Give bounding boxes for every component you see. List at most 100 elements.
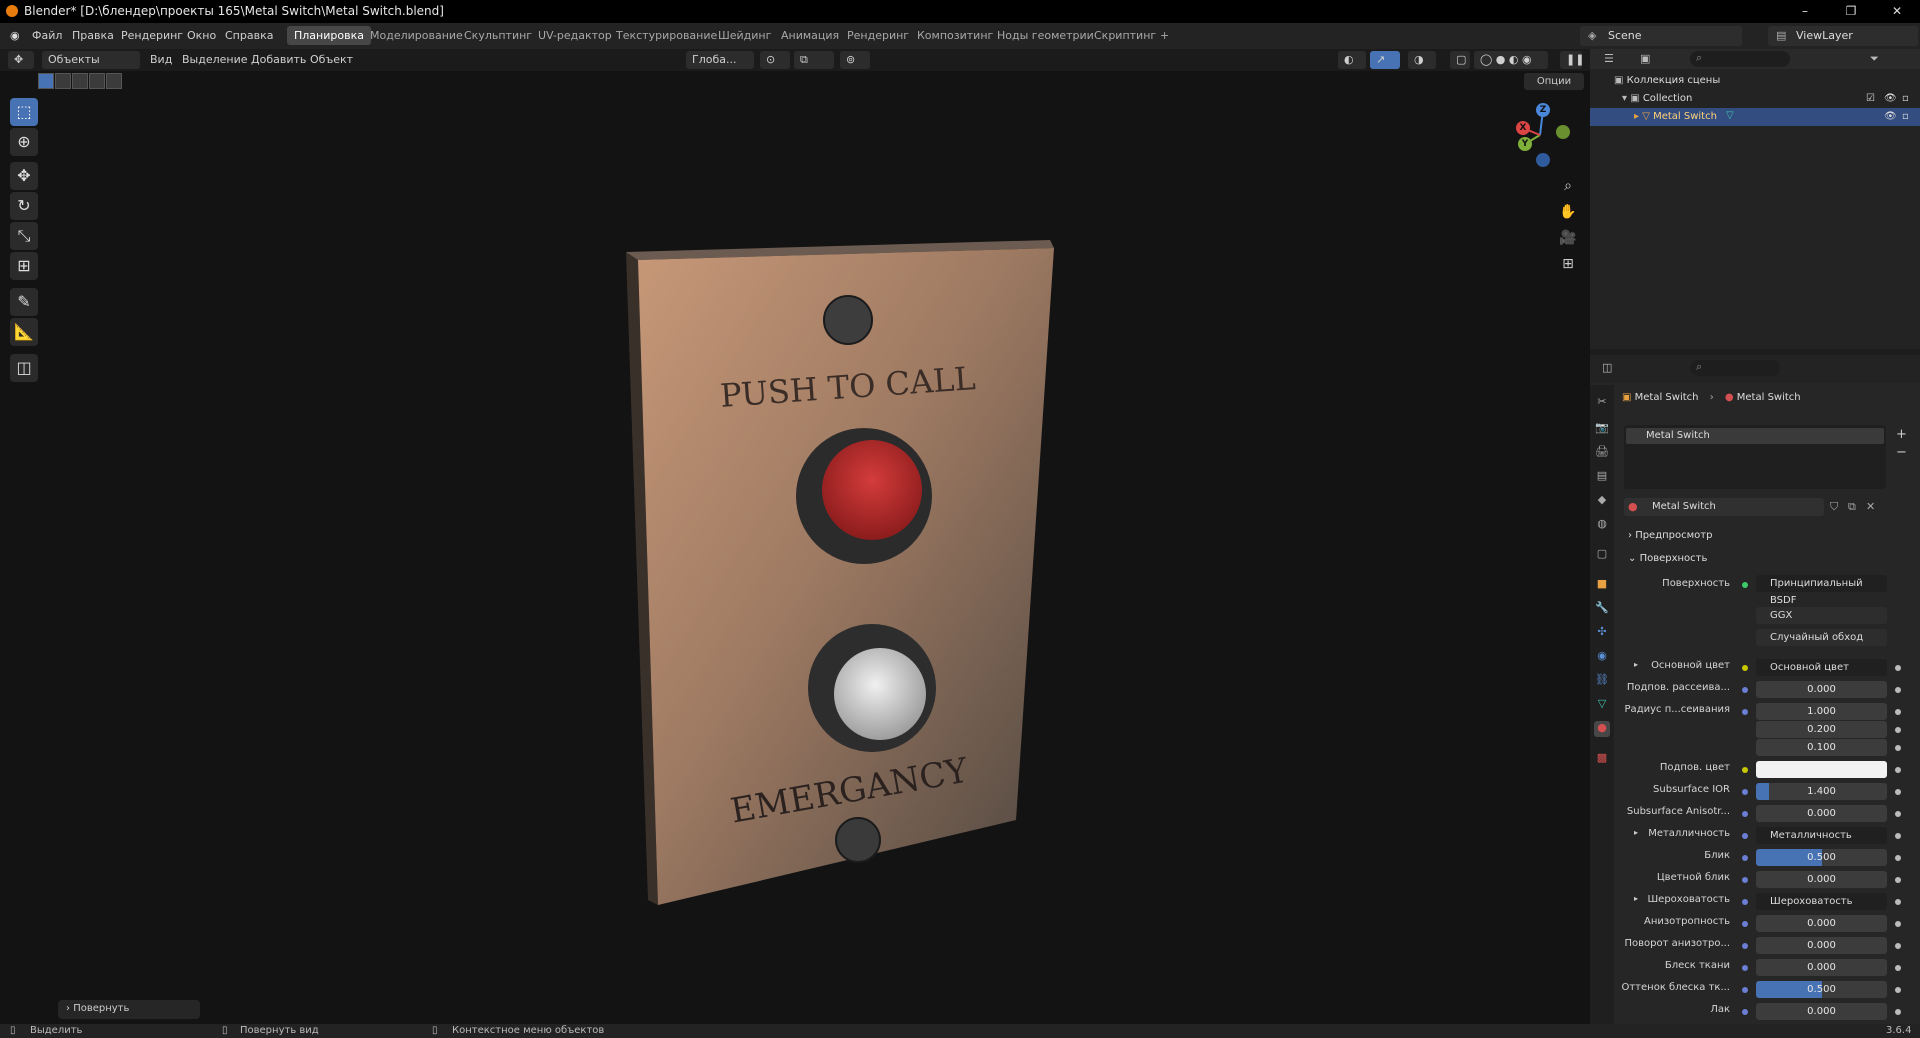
linked-input-field[interactable]: Основной цвет [1756, 659, 1887, 676]
outliner-row-metal-switch[interactable]: ▸ ▽ Metal Switch ▽ 👁 ▫ [1590, 108, 1920, 126]
tab-modeling[interactable]: Моделирование [370, 29, 463, 42]
numeric-slider-field[interactable]: 0.100 [1756, 739, 1887, 756]
material-datablock[interactable]: Metal Switch [1624, 498, 1824, 516]
last-operator-panel[interactable]: › Повернуть [58, 1000, 200, 1019]
outliner-editor-icon[interactable]: ☰ [1604, 52, 1614, 65]
subsurface-method-dropdown[interactable]: Случайный обход [1756, 629, 1887, 646]
transform-orientation[interactable]: Глоба... [686, 51, 754, 69]
gizmo-neg-z-icon[interactable] [1536, 153, 1550, 167]
unlink-material-icon[interactable]: ✕ [1866, 500, 1875, 513]
material-slot-item[interactable]: Metal Switch [1626, 428, 1884, 444]
proportional-icon[interactable]: ⊚ [840, 51, 870, 69]
exclude-checkbox-icon[interactable]: ☑ [1866, 93, 1875, 104]
cursor-tool-icon[interactable]: ⊕ [10, 128, 38, 156]
numeric-slider-field[interactable]: 0.000 [1756, 937, 1887, 954]
navigation-gizmo[interactable]: Z Y X [1505, 100, 1575, 170]
numeric-slider-field[interactable]: 0.500 [1756, 981, 1887, 998]
select-intersect-icon[interactable] [106, 73, 122, 89]
material-tab-icon[interactable]: ● [1594, 721, 1610, 737]
transform-tool-icon[interactable]: ⊞ [10, 252, 38, 280]
numeric-slider-field[interactable]: 0.000 [1756, 805, 1887, 822]
properties-search-input[interactable]: ⌕ [1690, 360, 1780, 376]
keyframe-dot-icon[interactable] [1895, 855, 1901, 861]
properties-editor-icon[interactable]: ◫ [1602, 361, 1612, 374]
menu-select[interactable]: Выделение [182, 53, 248, 66]
world-tab-icon[interactable]: ◍ [1594, 517, 1610, 533]
restore-button[interactable]: ❐ [1828, 0, 1874, 23]
gizmo-z-icon[interactable]: Z [1536, 103, 1550, 117]
outliner-row-collection[interactable]: ▾ ▣ Collection ☑ 👁 ▫ [1590, 90, 1920, 108]
surface-shader-field[interactable]: Принципиальный BSDF [1756, 575, 1887, 606]
editor-type-icon[interactable]: ✥ [8, 51, 34, 69]
minimize-button[interactable]: – [1782, 0, 1828, 23]
add-workspace-button[interactable]: + [1160, 29, 1169, 42]
keyframe-dot-icon[interactable] [1895, 811, 1901, 817]
menu-window[interactable]: Окно [187, 29, 216, 42]
keyframe-dot-icon[interactable] [1895, 1009, 1901, 1015]
keyframe-dot-icon[interactable] [1895, 943, 1901, 949]
pause-icon[interactable]: ❚❚ [1560, 51, 1584, 69]
select-new-icon[interactable] [38, 73, 54, 89]
keyframe-dot-icon[interactable] [1895, 709, 1901, 715]
expand-input-icon[interactable]: ▸ [1634, 828, 1638, 837]
add-cube-tool-icon[interactable]: ◫ [10, 354, 38, 382]
keyframe-dot-icon[interactable] [1895, 965, 1901, 971]
gizmo-neg-y-icon[interactable] [1556, 125, 1570, 139]
tool-tab-icon[interactable]: ✂ [1594, 395, 1610, 411]
keyframe-dot-icon[interactable] [1895, 745, 1901, 751]
filter-icon[interactable]: ⏷ [1870, 52, 1879, 66]
numeric-slider-field[interactable]: 0.000 [1756, 959, 1887, 976]
keyframe-dot-icon[interactable] [1895, 665, 1901, 671]
menu-render[interactable]: Рендеринг [121, 29, 183, 42]
perspective-grid-icon[interactable]: ⊞ [1558, 254, 1578, 274]
view-layer-tab-icon[interactable]: ▤ [1594, 469, 1610, 485]
numeric-slider-field[interactable]: 0.500 [1756, 849, 1887, 866]
scale-tool-icon[interactable]: ⤡ [10, 222, 38, 250]
tab-texture-paint[interactable]: Текстурирование [616, 29, 717, 42]
tab-uv-editing[interactable]: UV-редактор [538, 29, 612, 42]
rotate-tool-icon[interactable]: ↻ [10, 192, 38, 220]
material-browse-icon[interactable]: ● [1628, 500, 1638, 513]
pivot-icon[interactable]: ⊙ [760, 51, 790, 69]
menu-add[interactable]: Добавить [251, 53, 306, 66]
particles-tab-icon[interactable]: ✣ [1594, 625, 1610, 641]
gizmo-toggle-icon[interactable]: ↗ [1370, 51, 1400, 69]
render-tab-icon[interactable]: 📷 [1594, 421, 1610, 437]
outliner-search-input[interactable]: ⌕ [1690, 51, 1790, 67]
expand-input-icon[interactable]: ▸ [1634, 660, 1638, 669]
fake-user-icon[interactable]: ⛉ [1830, 500, 1838, 514]
mode-selector[interactable]: Объекты [42, 51, 140, 69]
collection-tab-icon[interactable]: ▢ [1594, 547, 1610, 563]
measure-tool-icon[interactable]: 📐 [10, 318, 38, 346]
tab-scripting[interactable]: Скриптинг [1094, 29, 1156, 42]
scene-tab-icon[interactable]: ◆ [1594, 493, 1610, 509]
visibility-icon[interactable]: ◐ [1338, 51, 1366, 69]
keyframe-dot-icon[interactable] [1895, 687, 1901, 693]
snap-icon[interactable]: ⧉ [794, 51, 834, 69]
linked-input-field[interactable]: Металличность [1756, 827, 1887, 844]
numeric-slider-field[interactable]: 0.000 [1756, 681, 1887, 698]
add-slot-icon[interactable]: + [1896, 427, 1910, 442]
select-extend-icon[interactable] [55, 73, 71, 89]
numeric-slider-field[interactable]: 0.000 [1756, 1003, 1887, 1020]
menu-help[interactable]: Справка [225, 29, 273, 42]
select-subtract-icon[interactable] [72, 73, 88, 89]
keyframe-dot-icon[interactable] [1895, 987, 1901, 993]
keyframe-dot-icon[interactable] [1895, 789, 1901, 795]
tab-geometry-nodes[interactable]: Ноды геометрии [997, 29, 1094, 42]
surface-panel-header[interactable]: ⌄ Поверхность [1628, 553, 1707, 564]
keyframe-dot-icon[interactable] [1895, 877, 1901, 883]
numeric-slider-field[interactable]: 0.000 [1756, 915, 1887, 932]
tab-layout[interactable]: Планировка [287, 26, 371, 45]
preview-panel-header[interactable]: › Предпросмотр [1628, 530, 1712, 541]
expand-input-icon[interactable]: ▸ [1634, 894, 1638, 903]
modifier-tab-icon[interactable]: 🔧 [1594, 601, 1610, 617]
output-tab-icon[interactable]: 🖨 [1594, 445, 1610, 461]
menu-file[interactable]: Файл [32, 29, 62, 42]
pan-hand-icon[interactable]: ✋ [1558, 202, 1578, 222]
linked-input-field[interactable]: Шероховатость [1756, 893, 1887, 910]
color-swatch-field[interactable] [1756, 761, 1887, 778]
keyframe-dot-icon[interactable] [1895, 833, 1901, 839]
xray-icon[interactable]: ▢ [1450, 51, 1470, 69]
numeric-slider-field[interactable]: 1.000 [1756, 703, 1887, 720]
